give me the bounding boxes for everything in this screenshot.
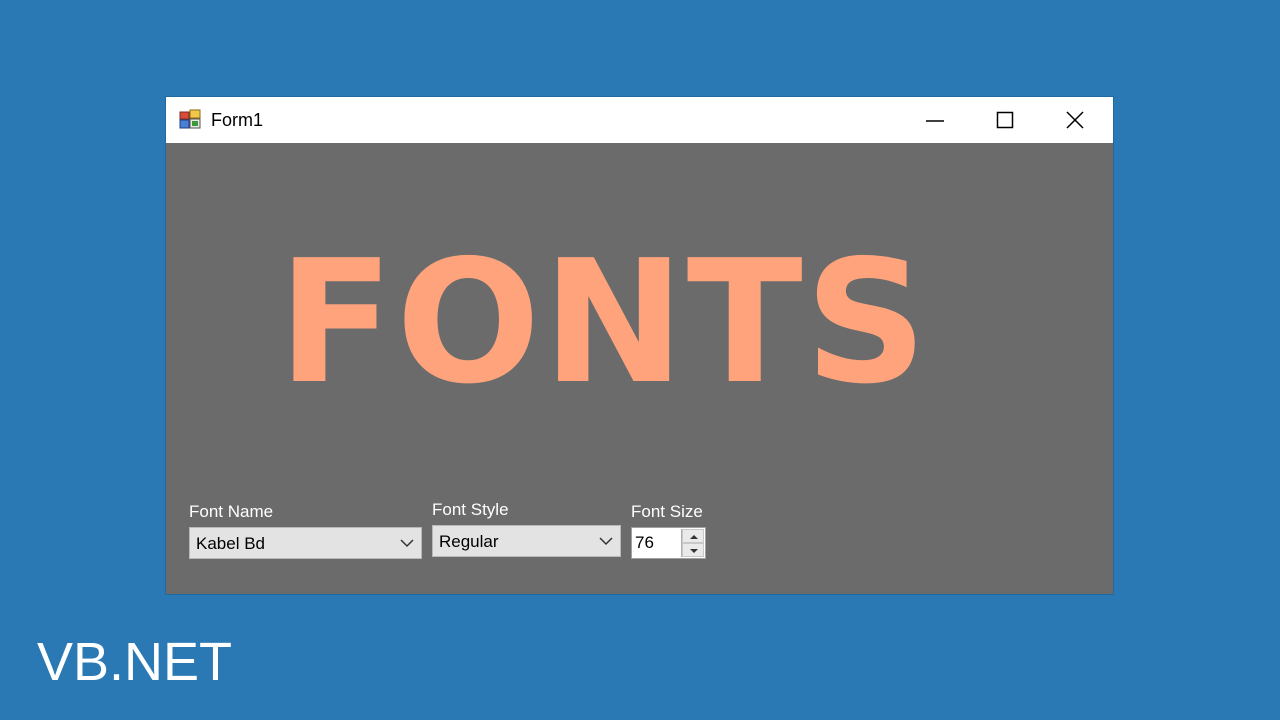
spin-down-button[interactable] bbox=[682, 543, 704, 557]
window-title: Form1 bbox=[211, 110, 264, 130]
maximize-button[interactable] bbox=[970, 97, 1040, 143]
spin-up-button[interactable] bbox=[682, 529, 704, 543]
close-button[interactable] bbox=[1040, 97, 1110, 143]
title-bar[interactable]: Form1 bbox=[166, 97, 1113, 143]
chevron-down-icon[interactable] bbox=[399, 536, 415, 550]
vbnet-overlay-text: VB.NET bbox=[37, 632, 233, 692]
font-size-value[interactable]: 76 bbox=[635, 533, 654, 553]
font-size-numeric-updown[interactable]: 76 bbox=[631, 527, 706, 559]
spin-down-icon bbox=[690, 549, 698, 553]
font-style-label: Font Style bbox=[432, 500, 509, 519]
form-client-area: FONTS Font Name Kabel Bd Font Style Regu… bbox=[166, 143, 1113, 594]
spin-up-icon bbox=[690, 535, 698, 539]
font-size-label: Font Size bbox=[631, 502, 703, 521]
font-style-combobox[interactable]: Regular bbox=[432, 525, 621, 557]
form1-window: Form1 FONTS Font Name Kabel Bd Font Styl… bbox=[166, 97, 1113, 594]
font-name-value: Kabel Bd bbox=[196, 534, 265, 553]
spin-buttons bbox=[681, 529, 704, 557]
font-style-value: Regular bbox=[439, 532, 499, 551]
font-name-label: Font Name bbox=[189, 502, 274, 521]
minimize-icon bbox=[926, 120, 944, 122]
form-app-icon bbox=[179, 109, 201, 129]
font-name-combobox[interactable]: Kabel Bd bbox=[189, 527, 422, 559]
font-preview-label: FONTS bbox=[277, 224, 930, 422]
chevron-down-icon[interactable] bbox=[598, 534, 614, 548]
minimize-button[interactable] bbox=[900, 97, 970, 143]
close-icon bbox=[1066, 111, 1084, 129]
maximize-icon bbox=[996, 111, 1014, 129]
